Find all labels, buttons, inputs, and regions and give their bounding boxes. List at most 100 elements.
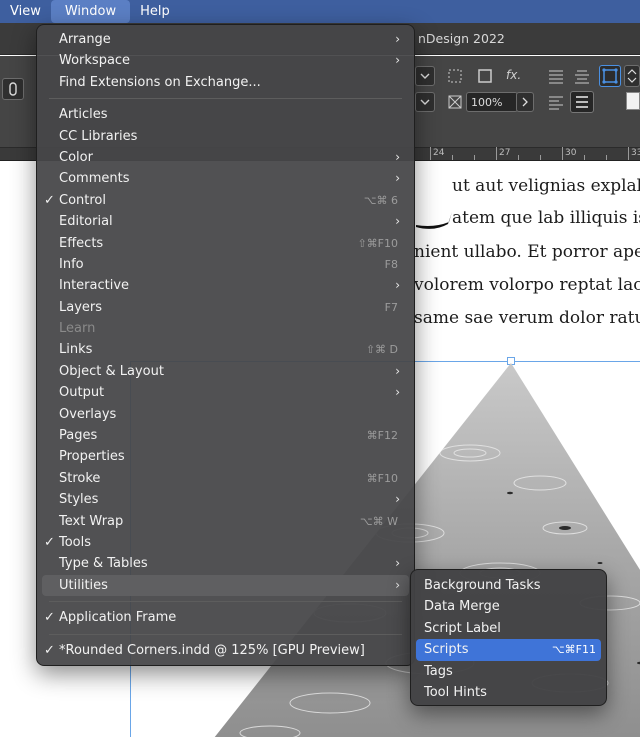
menu-shortcut: ⇧⌘F10 xyxy=(357,236,398,250)
menu-shortcut: ⌥⌘ W xyxy=(359,514,398,528)
opacity-input[interactable]: 100% xyxy=(466,92,518,112)
menu-item-effects[interactable]: Effects ⇧⌘F10 xyxy=(37,233,414,254)
fx-icon[interactable]: fx. xyxy=(506,68,521,82)
document-text-line: same sae verum dolor raturi xyxy=(414,308,640,328)
menu-item-label: Scripts xyxy=(424,642,469,658)
align-center-icon[interactable] xyxy=(572,67,592,85)
menu-item-arrange[interactable]: Arrange › xyxy=(37,29,414,50)
menu-item-label: Tools xyxy=(59,534,92,550)
stepper-button[interactable] xyxy=(624,65,640,87)
menu-item-label: Overlays xyxy=(59,406,117,422)
menubar-window[interactable]: Window xyxy=(50,0,131,23)
utilities-submenu: Background Tasks Data Merge Script Label… xyxy=(410,569,607,706)
opacity-stepper[interactable] xyxy=(516,92,534,112)
menu-item-utilities[interactable]: Utilities › xyxy=(42,574,409,597)
ruler-tick xyxy=(518,155,519,160)
ruler-label-33: 33 xyxy=(631,148,640,158)
menu-item-output[interactable]: Output › xyxy=(37,382,414,403)
submenu-item-data-merge[interactable]: Data Merge xyxy=(411,596,606,617)
menu-item-label: Control xyxy=(59,192,106,208)
app-title: nDesign 2022 xyxy=(418,31,505,46)
menu-item-label: Articles xyxy=(59,107,108,123)
menu-item-color[interactable]: Color › xyxy=(37,147,414,168)
chevron-down-icon xyxy=(420,73,430,79)
menu-item-label: Type & Tables xyxy=(59,556,148,572)
menu-item-tools[interactable]: ✓ Tools xyxy=(37,532,414,553)
align-left-icon[interactable] xyxy=(546,93,566,111)
menu-item-workspace[interactable]: Workspace › xyxy=(37,50,414,71)
checkmark-icon: ✓ xyxy=(44,610,55,626)
chevron-right-icon: › xyxy=(395,363,400,378)
menubar: View Window Help xyxy=(0,0,640,23)
menu-item-info[interactable]: Info F8 xyxy=(37,254,414,275)
checkmark-icon: ✓ xyxy=(44,642,55,658)
menu-item-control[interactable]: ✓ Control ⌥⌘ 6 xyxy=(37,190,414,211)
dropdown-button-1[interactable] xyxy=(415,66,435,86)
menu-item-cc-libraries[interactable]: CC Libraries xyxy=(37,126,414,147)
menu-item-label: Object & Layout xyxy=(59,363,164,379)
menu-shortcut: ⌘F12 xyxy=(366,429,398,443)
menubar-help[interactable]: Help xyxy=(130,0,180,23)
menu-item-label: Properties xyxy=(59,449,125,465)
ruler-tick xyxy=(628,147,629,160)
menu-item-stroke[interactable]: Stroke ⌘F10 xyxy=(37,468,414,489)
align-button-active[interactable] xyxy=(570,91,594,113)
submenu-item-script-label[interactable]: Script Label xyxy=(411,618,606,639)
menu-item-type-tables[interactable]: Type & Tables › xyxy=(37,553,414,574)
menu-item-comments[interactable]: Comments › xyxy=(37,168,414,189)
menu-item-interactive[interactable]: Interactive › xyxy=(37,275,414,296)
menu-item-object-layout[interactable]: Object & Layout › xyxy=(37,361,414,382)
menu-item-label: CC Libraries xyxy=(59,128,138,144)
chevron-right-icon: › xyxy=(395,171,400,186)
menu-shortcut: F7 xyxy=(384,300,398,314)
menu-item-open-document[interactable]: ✓ *Rounded Corners.indd @ 125% [GPU Previ… xyxy=(37,640,414,661)
menu-shortcut: F8 xyxy=(384,257,398,271)
menu-item-text-wrap[interactable]: Text Wrap ⌥⌘ W xyxy=(37,511,414,532)
menu-item-label: Stroke xyxy=(59,470,101,486)
submenu-item-scripts[interactable]: Scripts ⌥⌘F11 xyxy=(416,639,601,661)
reference-point-button[interactable] xyxy=(599,65,621,87)
document-text-line: volorem volorpo reptat lace xyxy=(414,275,640,295)
ruler-tick xyxy=(452,155,453,160)
menu-item-label: Utilities xyxy=(59,577,108,593)
menu-item-articles[interactable]: Articles xyxy=(37,104,414,125)
ruler-tick xyxy=(584,155,585,160)
menu-item-find-extensions[interactable]: Find Extensions on Exchange... xyxy=(37,72,414,93)
drop-cap-stroke xyxy=(416,212,452,229)
ruler-label-27: 27 xyxy=(499,148,511,158)
reference-point-icon xyxy=(602,68,618,84)
checkmark-icon: ✓ xyxy=(44,192,55,208)
ruler-tick xyxy=(562,147,563,160)
chevron-right-icon xyxy=(522,97,528,107)
chevron-right-icon: › xyxy=(395,278,400,293)
menu-shortcut: ⇧⌘ D xyxy=(365,343,398,357)
document-text-line: nient ullabo. Et porror ape v xyxy=(414,242,640,262)
submenu-item-background-tasks[interactable]: Background Tasks xyxy=(411,575,606,596)
menu-item-editorial[interactable]: Editorial › xyxy=(37,211,414,232)
align-justify-icon[interactable] xyxy=(546,67,566,85)
menu-item-layers[interactable]: Layers F7 xyxy=(37,297,414,318)
menu-item-links[interactable]: Links ⇧⌘ D xyxy=(37,339,414,360)
menubar-view[interactable]: View xyxy=(0,0,51,23)
menu-item-overlays[interactable]: Overlays xyxy=(37,404,414,425)
menu-item-label: Application Frame xyxy=(59,610,177,626)
menu-item-label: Comments xyxy=(59,171,130,187)
menu-item-label: Styles xyxy=(59,492,99,508)
constrain-link-button[interactable] xyxy=(2,78,24,100)
swatch-box[interactable] xyxy=(626,92,640,110)
menu-item-label: Info xyxy=(59,256,84,272)
submenu-item-tags[interactable]: Tags xyxy=(411,661,606,682)
frame-fitting-icon[interactable] xyxy=(446,67,464,85)
menu-item-styles[interactable]: Styles › xyxy=(37,489,414,510)
menu-item-application-frame[interactable]: ✓ Application Frame xyxy=(37,607,414,628)
dropdown-button-2[interactable] xyxy=(415,92,435,112)
align-bottom-icon xyxy=(576,96,588,108)
submenu-item-tool-hints[interactable]: Tool Hints xyxy=(411,682,606,703)
chevron-right-icon: › xyxy=(395,32,400,46)
menu-item-properties[interactable]: Properties xyxy=(37,446,414,467)
link-icon xyxy=(9,82,17,96)
stroke-box-icon[interactable] xyxy=(476,67,494,85)
chevron-right-icon: › xyxy=(395,556,400,571)
menu-item-pages[interactable]: Pages ⌘F12 xyxy=(37,425,414,446)
menu-item-label: Links xyxy=(59,342,93,358)
